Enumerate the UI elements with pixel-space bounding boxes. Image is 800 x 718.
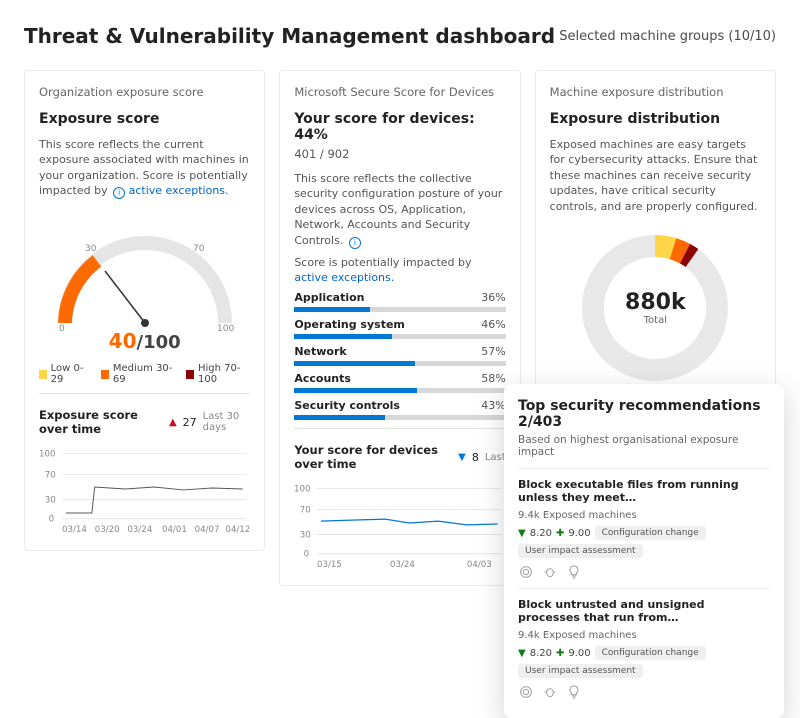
exposure-trend-chart: 100 70 30 0 03/14 03/20 03/24 04/01 04/0… [39, 440, 250, 536]
exposure-score-card: Organization exposure score Exposure sco… [24, 70, 265, 551]
svg-text:03/24: 03/24 [390, 561, 415, 571]
svg-text:03/14: 03/14 [62, 525, 87, 535]
svg-text:70: 70 [300, 506, 311, 516]
panel-title: Top security recommendations 2/403 [518, 398, 770, 430]
rec-exposed: 9.4k Exposed machines [518, 630, 770, 641]
triangle-down-icon: ▼ [458, 452, 466, 463]
tag-user-impact: User impact assessment [518, 664, 643, 678]
svg-text:03/20: 03/20 [95, 525, 120, 535]
svg-text:70: 70 [45, 471, 56, 481]
card-description: This score reflects the current exposure… [39, 137, 250, 199]
bug-icon [542, 564, 558, 580]
info-icon[interactable]: i [349, 237, 361, 249]
svg-text:30: 30 [45, 496, 56, 506]
rec-meta: ▼8.20 ✚9.00 Configuration change User im… [518, 526, 770, 558]
target-icon [518, 684, 534, 700]
svg-text:04/01: 04/01 [162, 525, 187, 535]
svg-text:04/12: 04/12 [225, 525, 250, 535]
rec-title: Block executable files from running unle… [518, 478, 770, 504]
svg-text:30: 30 [300, 531, 311, 541]
rec-exposed: 9.4k Exposed machines [518, 510, 770, 521]
gauge-tick-100: 100 [217, 324, 234, 333]
exposure-trend-heading: Exposure score over time ▲ 27 Last 30 da… [39, 408, 250, 436]
recommendation-item[interactable]: Block untrusted and unsigned processes t… [518, 588, 770, 708]
card-heading: Exposure distribution [550, 111, 761, 127]
page-title: Threat & Vulnerability Management dashbo… [24, 24, 555, 48]
svg-text:100: 100 [294, 485, 310, 495]
card-label: Machine exposure distribution [550, 85, 761, 99]
active-exceptions-link[interactable]: active exceptions. [129, 184, 229, 197]
triangle-up-icon: ▲ [169, 417, 177, 428]
gauge-tick-70: 70 [193, 244, 205, 254]
rec-title: Block untrusted and unsigned processes t… [518, 598, 770, 624]
donut-total-label: Total [625, 315, 686, 326]
gauge-tick-0: 0 [59, 324, 65, 333]
lightbulb-icon [566, 564, 582, 580]
secure-trend-chart: 100 70 30 0 03/15 03/24 04/03 [294, 475, 505, 571]
exposure-distribution-card: Machine exposure distribution Exposure d… [535, 70, 776, 419]
exposure-gauge: 0 30 70 100 [45, 213, 245, 333]
card-description: Exposed machines are easy targets for cy… [550, 137, 761, 214]
bar-network: Network57% [294, 345, 505, 366]
card-heading: Exposure score [39, 111, 250, 127]
card-description: This score reflects the collective secur… [294, 171, 505, 249]
tag-user-impact: User impact assessment [518, 544, 643, 558]
bar-os: Operating system46% [294, 318, 505, 339]
rec-icons [518, 684, 770, 700]
card-heading: Your score for devices: 44% [294, 111, 505, 143]
active-exceptions-link[interactable]: active exceptions. [294, 271, 394, 284]
tag-config-change: Configuration change [595, 646, 706, 660]
bug-icon [542, 684, 558, 700]
tag-config-change: Configuration change [595, 526, 706, 540]
svg-text:0: 0 [304, 550, 310, 560]
svg-text:04/03: 04/03 [467, 561, 492, 571]
info-icon[interactable]: i [113, 187, 125, 199]
bar-application: Application36% [294, 291, 505, 312]
header: Threat & Vulnerability Management dashbo… [24, 24, 776, 48]
triangle-down-icon: ▼ [518, 648, 526, 659]
secure-score-card: Microsoft Secure Score for Devices Your … [279, 70, 520, 586]
rec-icons [518, 564, 770, 580]
svg-text:03/24: 03/24 [127, 525, 152, 535]
rec-meta: ▼8.20 ✚9.00 Configuration change User im… [518, 646, 770, 678]
machine-groups-selector[interactable]: Selected machine groups (10/10) [559, 29, 776, 44]
gauge-legend: Low 0-29 Medium 30-69 High 70-100 [39, 363, 250, 385]
svg-text:03/15: 03/15 [317, 561, 342, 571]
plus-icon: ✚ [556, 528, 564, 539]
target-icon [518, 564, 534, 580]
card-heading-sub: 401 / 902 [294, 147, 505, 161]
plus-icon: ✚ [556, 648, 564, 659]
top-recommendations-panel: Top security recommendations 2/403 Based… [504, 384, 784, 718]
triangle-down-icon: ▼ [518, 528, 526, 539]
panel-subtitle: Based on highest organisational exposure… [518, 434, 770, 458]
exposure-donut: 880k Total [575, 228, 735, 388]
card-label: Microsoft Secure Score for Devices [294, 85, 505, 99]
svg-text:100: 100 [39, 449, 55, 459]
bar-accounts: Accounts58% [294, 372, 505, 393]
recommendation-item[interactable]: Block executable files from running unle… [518, 468, 770, 588]
donut-total: 880k [625, 290, 686, 315]
bar-security-controls: Security controls43% [294, 399, 505, 420]
svg-text:04/07: 04/07 [195, 525, 220, 535]
card-label: Organization exposure score [39, 85, 250, 99]
score-note: Score is potentially impacted by active … [294, 255, 505, 286]
svg-text:0: 0 [49, 515, 55, 525]
gauge-tick-30: 30 [85, 244, 97, 254]
lightbulb-icon [566, 684, 582, 700]
secure-trend-heading: Your score for devices over time ▼ 8 Las… [294, 443, 505, 471]
